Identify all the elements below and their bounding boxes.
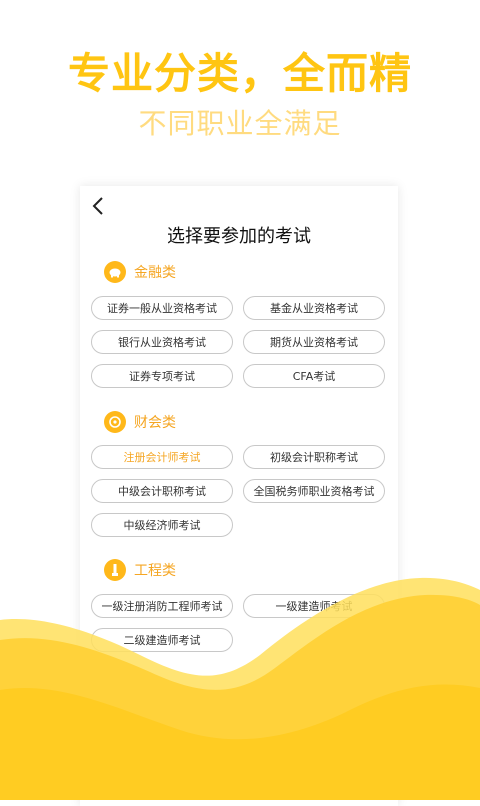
exam-chip-cpa[interactable]: 注册会计师考试 [91,445,233,469]
section-accounting: 财会类 [104,410,176,434]
section-finance: 金融类 [104,260,176,284]
exam-chip-intermediate-economist[interactable]: 中级经济师考试 [91,513,233,537]
headline: 专业分类，全而精 [67,49,412,98]
section-label: 财会类 [134,415,176,431]
exam-chip-securities-special[interactable]: 证券专项考试 [91,364,233,388]
exam-chip-securities-general[interactable]: 证券一般从业资格考试 [91,296,233,320]
screen-title: 选择要参加的考试 [167,226,311,247]
subheadline: 不同职业全满足 [138,107,342,140]
section-label: 金融类 [134,265,176,281]
back-arrow-icon[interactable] [88,194,108,218]
piggy-bank-icon [104,261,126,283]
exam-chip-tax-agent[interactable]: 全国税务师职业资格考试 [243,479,385,503]
exam-chip-junior-accounting[interactable]: 初级会计职称考试 [243,445,385,469]
exam-chip-fund[interactable]: 基金从业资格考试 [243,296,385,320]
exam-chip-cfa[interactable]: CFA考试 [243,364,385,388]
coin-icon [104,411,126,433]
wave-decoration [0,577,480,800]
exam-chip-bank[interactable]: 银行从业资格考试 [91,330,233,354]
exam-chip-futures[interactable]: 期货从业资格考试 [243,330,385,354]
exam-chip-intermediate-accounting[interactable]: 中级会计职称考试 [91,479,233,503]
